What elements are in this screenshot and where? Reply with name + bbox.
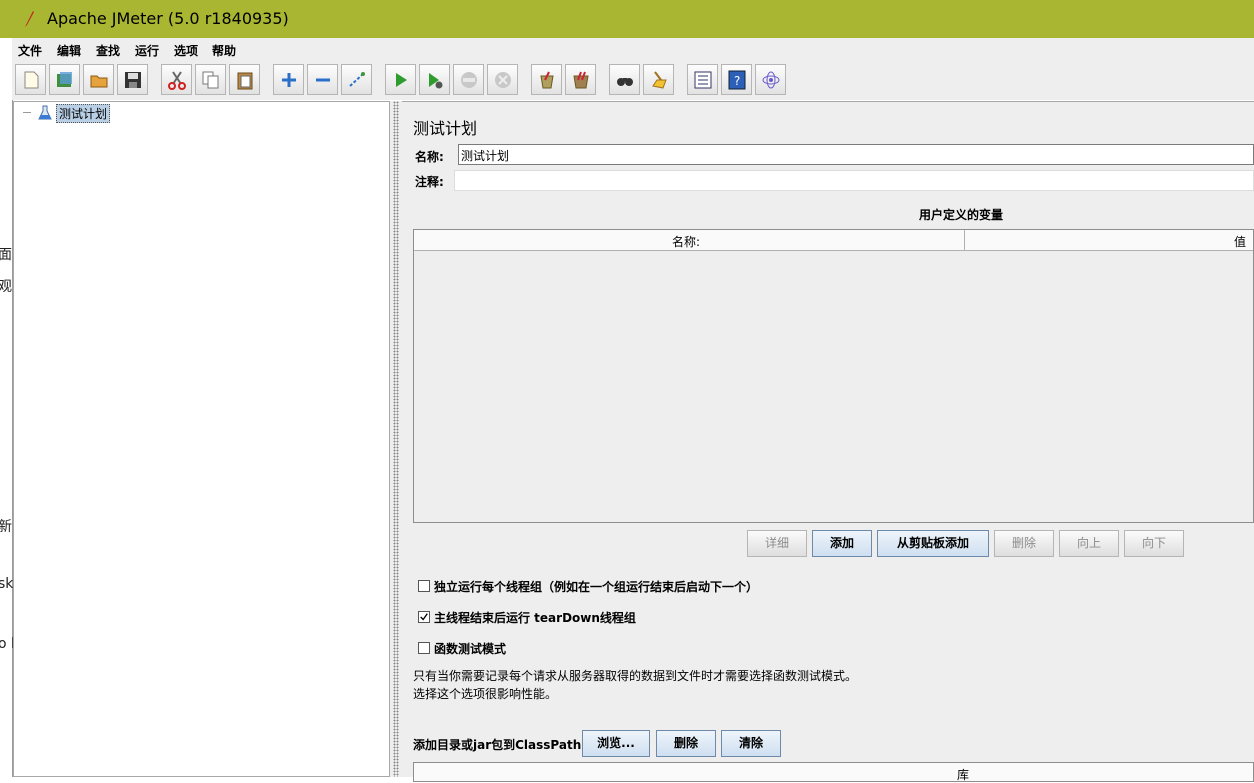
add-from-clipboard-button[interactable]: 从剪贴板添加	[877, 530, 989, 557]
menu-bar: 文件 编辑 查找 运行 选项 帮助	[12, 38, 1254, 62]
new-icon	[24, 71, 39, 89]
functional-test-mode-label: 函数测试模式	[434, 642, 507, 656]
checkmark-icon	[420, 613, 428, 621]
edge-text-3: 新	[0, 519, 12, 535]
panel-title: 测试计划	[413, 119, 478, 138]
function-helper-icon	[694, 71, 712, 89]
title-bar: Apache JMeter (5.0 r1840935)	[0, 0, 1254, 38]
functional-test-mode-checkbox[interactable]	[418, 642, 430, 654]
run-teardown-label: 主线程结束后运行 tearDown线程组	[434, 611, 636, 625]
stop-icon	[461, 72, 477, 88]
templates-button[interactable]	[49, 64, 80, 95]
reset-search-icon	[652, 71, 667, 89]
svg-text:?: ?	[734, 74, 740, 88]
name-input[interactable]: 测试计划	[458, 144, 1254, 165]
shutdown-icon	[495, 72, 511, 88]
menu-edit[interactable]: 编辑	[57, 42, 81, 59]
shutdown-button[interactable]	[487, 64, 518, 95]
copy-button[interactable]	[195, 64, 226, 95]
delete-classpath-button[interactable]: 删除	[656, 730, 716, 757]
window-title: Apache JMeter (5.0 r1840935)	[47, 9, 289, 28]
remote-icon	[762, 71, 780, 89]
copy-icon	[202, 71, 219, 89]
expand-all-button[interactable]	[273, 64, 304, 95]
help-icon: ?	[728, 70, 746, 90]
split-pane-divider[interactable]	[390, 101, 402, 777]
help-button[interactable]: ?	[721, 64, 752, 95]
edge-text-4: sk	[0, 576, 14, 592]
move-down-button[interactable]: 向下	[1124, 530, 1184, 557]
function-helper-button[interactable]	[687, 64, 718, 95]
clear-icon	[540, 71, 554, 89]
templates-icon	[57, 72, 72, 87]
library-table-header: 库	[413, 762, 1254, 782]
search-button[interactable]	[609, 64, 640, 95]
save-button[interactable]	[117, 64, 148, 95]
start-no-pauses-button[interactable]	[419, 64, 450, 95]
name-label: 名称:	[415, 150, 444, 164]
jmeter-feather-icon	[25, 11, 34, 27]
clear-all-button[interactable]	[565, 64, 596, 95]
run-teardown-checkbox[interactable]	[418, 611, 430, 623]
clear-all-icon	[573, 71, 589, 89]
column-name[interactable]: 名称:	[672, 233, 700, 250]
detail-button[interactable]: 详细	[747, 530, 807, 557]
user-variables-table: 名称: 值	[413, 229, 1254, 523]
menu-run[interactable]: 运行	[135, 42, 159, 59]
open-button[interactable]	[83, 64, 114, 95]
column-separator	[964, 230, 965, 251]
run-thread-groups-consecutively-checkbox[interactable]	[418, 580, 430, 592]
menu-options[interactable]: 选项	[174, 42, 198, 59]
paste-icon	[237, 72, 253, 90]
add-button[interactable]: 添加	[812, 530, 872, 557]
library-column[interactable]: 库	[957, 766, 969, 783]
toggle-icon	[349, 72, 365, 87]
menu-search[interactable]: 查找	[96, 42, 120, 59]
start-no-pause-icon	[429, 73, 443, 89]
stop-button[interactable]	[453, 64, 484, 95]
delete-row-button[interactable]: 删除	[994, 530, 1054, 557]
test-plan-flask-icon	[38, 105, 52, 120]
tree-line	[23, 112, 31, 113]
edge-text-2: 观	[0, 279, 12, 295]
column-value[interactable]: 值	[1234, 233, 1246, 250]
reset-search-button[interactable]	[643, 64, 674, 95]
tree-node-test-plan[interactable]: 测试计划	[56, 104, 111, 123]
comment-input[interactable]	[454, 170, 1254, 191]
browse-button[interactable]: 浏览...	[582, 730, 650, 757]
user-variables-title: 用户定义的变量	[919, 208, 1004, 222]
menu-help[interactable]: 帮助	[212, 42, 236, 59]
test-plan-tree: 测试计划	[13, 101, 390, 777]
comment-label: 注释:	[415, 175, 444, 189]
remote-button[interactable]	[755, 64, 786, 95]
divider-grip	[393, 101, 399, 777]
open-icon	[90, 75, 108, 88]
clear-classpath-button[interactable]: 清除	[721, 730, 781, 757]
test-plan-panel: 测试计划 名称: 测试计划 注释: 用户定义的变量 名称: 值 详细 添加 从剪…	[402, 101, 1254, 782]
start-button[interactable]	[385, 64, 416, 95]
save-icon	[125, 72, 141, 88]
new-button[interactable]	[15, 64, 46, 95]
cut-button[interactable]	[161, 64, 192, 95]
functional-mode-note-line1: 只有当你需要记录每个请求从服务器取得的数据到文件时才需要选择函数测试模式。	[413, 669, 858, 683]
collapse-all-button[interactable]	[307, 64, 338, 95]
classpath-label: 添加目录或jar包到ClassPath	[413, 738, 582, 752]
table-header: 名称: 值	[414, 230, 1253, 251]
collapse-icon	[316, 78, 330, 82]
move-up-button[interactable]: 向上	[1059, 530, 1119, 557]
menu-file[interactable]: 文件	[18, 42, 42, 59]
run-consecutively-label: 独立运行每个线程组（例如在一个组运行结束后启动下一个）	[434, 580, 759, 594]
clear-button[interactable]	[531, 64, 562, 95]
cut-icon	[168, 71, 186, 90]
functional-mode-note-line2: 选择这个选项很影响性能。	[413, 687, 558, 701]
toolbar: ?	[12, 62, 1254, 100]
toggle-button[interactable]	[341, 64, 372, 95]
search-icon	[617, 78, 633, 86]
start-icon	[396, 73, 407, 87]
background-window-edge: 面目 观 新 sk o l	[0, 38, 26, 777]
paste-button[interactable]	[229, 64, 260, 95]
expand-icon	[282, 73, 296, 87]
